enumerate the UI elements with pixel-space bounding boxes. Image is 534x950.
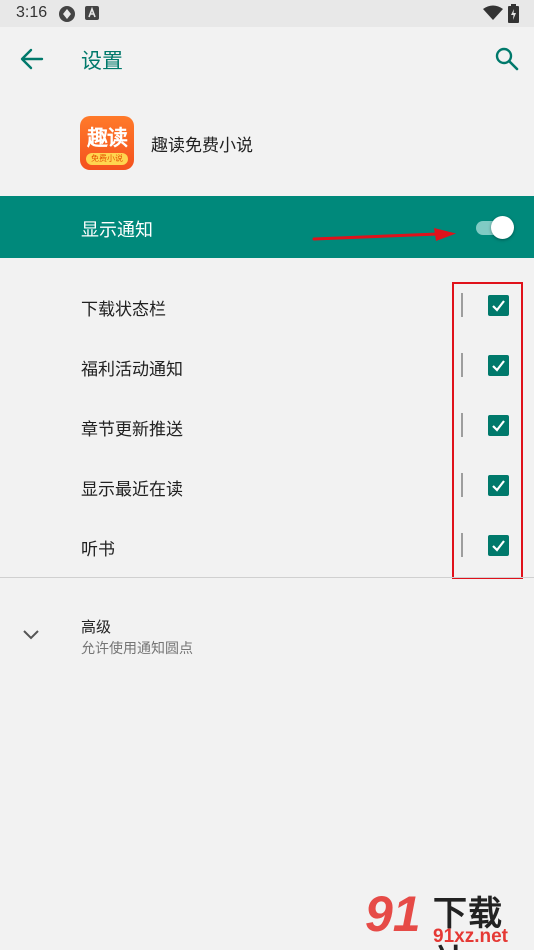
watermark-number: 91	[365, 886, 421, 942]
sync-status-icon	[58, 5, 76, 27]
watermark-logo: 91 下载站 91xz.net	[365, 880, 534, 950]
channel-label: 下载状态栏	[81, 300, 166, 320]
app-name: 趣读免费小说	[151, 136, 253, 156]
status-bar: 3:16	[0, 0, 534, 27]
battery-icon	[508, 4, 519, 27]
a-status-icon	[84, 5, 100, 25]
wifi-icon	[483, 5, 503, 25]
app-logo-text: 趣读	[87, 126, 128, 150]
annotation-highlight-box	[452, 282, 523, 579]
chevron-down-icon	[22, 626, 40, 640]
app-bar: 设置	[0, 27, 534, 93]
page-title: 设置	[81, 49, 123, 73]
annotation-arrow-icon	[312, 228, 456, 241]
status-time: 3:16	[16, 4, 48, 21]
show-notifications-switch[interactable]	[474, 216, 514, 239]
show-notifications-label: 显示通知	[81, 220, 153, 241]
app-logo-subtext: 免费小说	[86, 153, 128, 165]
channel-label: 章节更新推送	[81, 420, 183, 440]
back-arrow-icon[interactable]	[18, 45, 46, 73]
advanced-section[interactable]: 高级 允许使用通知圆点	[0, 606, 534, 666]
channel-label: 听书	[81, 540, 115, 560]
channel-label: 福利活动通知	[81, 360, 183, 380]
channel-label: 显示最近在读	[81, 480, 183, 500]
switch-thumb	[491, 216, 514, 239]
app-logo: 趣读 免费小说	[80, 116, 134, 170]
app-info-row: 趣读 免费小说 趣读免费小说	[0, 93, 534, 196]
watermark-url: 91xz.net	[433, 926, 508, 947]
advanced-subtitle: 允许使用通知圆点	[81, 641, 193, 657]
advanced-title: 高级	[81, 618, 112, 636]
section-divider	[0, 577, 534, 578]
search-icon[interactable]	[494, 46, 520, 72]
